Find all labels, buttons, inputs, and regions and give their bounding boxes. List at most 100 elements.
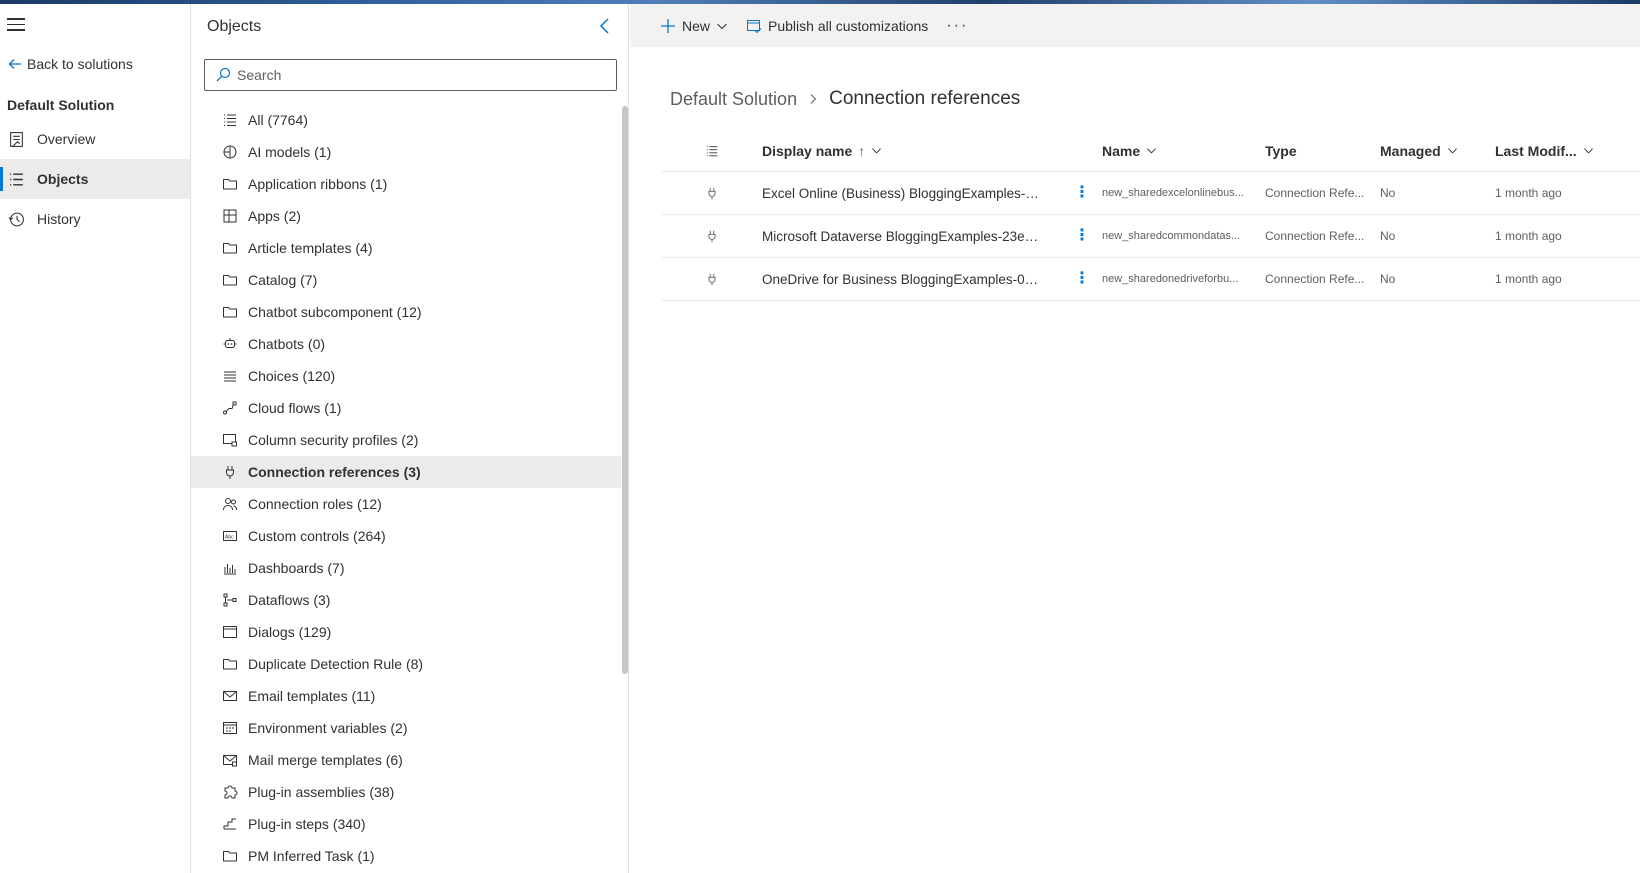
arrow-left-icon bbox=[8, 59, 21, 69]
managed-header-label: Managed bbox=[1380, 142, 1441, 159]
object-type-label: Choices (120) bbox=[248, 368, 336, 384]
object-type-item[interactable]: Connection roles (12) bbox=[191, 488, 621, 520]
column-header-name[interactable]: Name bbox=[1102, 143, 1265, 159]
dataflow-icon bbox=[223, 593, 237, 607]
publish-all-button[interactable]: Publish all customizations bbox=[746, 18, 928, 34]
object-type-item[interactable]: Chatbots (0) bbox=[191, 328, 621, 360]
object-type-item[interactable]: Abc Custom controls (264) bbox=[191, 520, 621, 552]
display-name-link[interactable]: Microsoft Dataverse BloggingExamples-23e… bbox=[762, 229, 1042, 244]
collapse-panel-chevron-left-icon[interactable] bbox=[595, 16, 615, 36]
objects-search-box[interactable] bbox=[204, 59, 617, 91]
breadcrumb-current: Connection references bbox=[829, 88, 1021, 109]
cell-type: Connection Refe... bbox=[1265, 272, 1365, 286]
object-type-item[interactable]: Column security profiles (2) bbox=[191, 424, 621, 456]
table-row[interactable]: Microsoft Dataverse BloggingExamples-23e… bbox=[662, 215, 1640, 258]
table-row[interactable]: Excel Online (Business) BloggingExamples… bbox=[662, 172, 1640, 215]
search-icon bbox=[216, 67, 231, 82]
object-type-item[interactable]: Email templates (11) bbox=[191, 680, 621, 712]
column-header-display-name[interactable]: Display name ↑ bbox=[762, 143, 1102, 159]
object-type-label: Article templates (4) bbox=[248, 240, 373, 256]
object-type-label: Dialogs (129) bbox=[248, 624, 332, 640]
nav-item-objects[interactable]: Objects bbox=[0, 159, 190, 199]
object-type-item[interactable]: Application ribbons (1) bbox=[191, 168, 621, 200]
new-button-label: New bbox=[682, 17, 711, 34]
variable-icon bbox=[223, 722, 237, 734]
object-type-item[interactable]: Dataflows (3) bbox=[191, 584, 621, 616]
cell-last-modified: 1 month ago bbox=[1495, 229, 1562, 243]
object-type-item[interactable]: Environment variables (2) bbox=[191, 712, 621, 744]
chatbot-icon bbox=[223, 338, 237, 348]
object-type-label: All (7764) bbox=[248, 112, 308, 128]
object-type-item[interactable]: Chatbot subcomponent (12) bbox=[191, 296, 621, 328]
more-commands-icon[interactable]: ··· bbox=[946, 17, 968, 35]
cell-display-name: Excel Online (Business) BloggingExamples… bbox=[762, 186, 1062, 201]
nav-item-overview[interactable]: Overview bbox=[0, 119, 190, 159]
object-type-label: Custom controls (264) bbox=[248, 528, 386, 544]
column-header-managed[interactable]: Managed bbox=[1380, 143, 1495, 159]
grid-header: Display name ↑ Name Type Managed Last Mo… bbox=[662, 130, 1640, 172]
breadcrumb-root[interactable]: Default Solution bbox=[670, 89, 797, 110]
object-type-label: Connection roles (12) bbox=[248, 496, 382, 512]
publish-icon bbox=[747, 19, 762, 33]
object-type-item[interactable]: Dialogs (129) bbox=[191, 616, 621, 648]
row-more-actions-icon[interactable]: ⋮ bbox=[1062, 185, 1102, 201]
object-type-item[interactable]: Duplicate Detection Rule (8) bbox=[191, 648, 621, 680]
object-type-label: Connection references (3) bbox=[248, 464, 421, 480]
cell-type: Connection Refe... bbox=[1265, 229, 1365, 243]
search-input[interactable] bbox=[237, 67, 607, 83]
back-to-solutions-link[interactable]: Back to solutions bbox=[7, 56, 133, 72]
object-type-label: Chatbots (0) bbox=[248, 336, 326, 352]
object-type-item[interactable]: Choices (120) bbox=[191, 360, 621, 392]
column-header-type[interactable]: Type bbox=[1265, 143, 1380, 159]
folder-icon bbox=[223, 659, 237, 670]
new-button[interactable]: New bbox=[660, 18, 728, 34]
row-more-actions-icon[interactable]: ⋮ bbox=[1062, 228, 1102, 244]
mail-icon bbox=[223, 691, 237, 701]
object-type-item[interactable]: All (7764) bbox=[191, 104, 621, 136]
objects-list-scrollbar[interactable] bbox=[622, 106, 628, 674]
type-header-label: Type bbox=[1265, 142, 1297, 159]
folder-icon bbox=[223, 179, 237, 190]
back-link-label: Back to solutions bbox=[27, 56, 133, 72]
object-type-item[interactable]: PM Inferred Task (1) bbox=[191, 840, 621, 872]
display-name-link[interactable]: Excel Online (Business) BloggingExamples… bbox=[762, 186, 1042, 201]
object-type-label: Dataflows (3) bbox=[248, 592, 331, 608]
control-icon: Abc bbox=[223, 531, 237, 541]
security-profile-icon bbox=[223, 434, 237, 447]
hamburger-menu-icon[interactable] bbox=[7, 18, 25, 32]
nav-item-label: Overview bbox=[37, 131, 96, 147]
object-type-item[interactable]: Cloud flows (1) bbox=[191, 392, 621, 424]
row-more-actions-icon[interactable]: ⋮ bbox=[1062, 271, 1102, 287]
object-type-label: Dashboards (7) bbox=[248, 560, 345, 576]
object-type-item[interactable]: Article templates (4) bbox=[191, 232, 621, 264]
object-type-item[interactable]: Plug-in assemblies (38) bbox=[191, 776, 621, 808]
object-type-item[interactable]: Mail merge templates (6) bbox=[191, 744, 621, 776]
object-type-item[interactable]: Apps (2) bbox=[191, 200, 621, 232]
column-options-icon[interactable] bbox=[662, 144, 762, 158]
ai-model-icon bbox=[223, 145, 237, 159]
object-type-label: Email templates (11) bbox=[248, 688, 376, 704]
flow-icon bbox=[223, 401, 237, 415]
chevron-down-icon bbox=[717, 23, 727, 29]
object-type-item[interactable]: Plug-in steps (340) bbox=[191, 808, 621, 840]
left-navigation: Back to solutions Default Solution Overv… bbox=[0, 4, 191, 873]
chevron-down-icon bbox=[872, 148, 882, 154]
publish-all-label: Publish all customizations bbox=[768, 17, 929, 34]
cell-name: new_sharedonedriveforbu... bbox=[1102, 273, 1239, 285]
objects-icon bbox=[10, 172, 23, 186]
object-type-label: Apps (2) bbox=[248, 208, 301, 224]
table-row[interactable]: OneDrive for Business BloggingExamples-0… bbox=[662, 258, 1640, 301]
object-type-item[interactable]: AI models (1) bbox=[191, 136, 621, 168]
column-header-last-modified[interactable]: Last Modif... bbox=[1495, 143, 1605, 159]
object-type-item[interactable]: Dashboards (7) bbox=[191, 552, 621, 584]
folder-icon bbox=[223, 243, 237, 254]
object-type-item[interactable]: Connection references (3) bbox=[191, 456, 621, 488]
object-type-label: AI models (1) bbox=[248, 144, 332, 160]
connection-references-grid: Display name ↑ Name Type Managed Last Mo… bbox=[662, 130, 1640, 301]
chevron-down-icon bbox=[1447, 148, 1457, 154]
steps-icon bbox=[223, 818, 236, 830]
display-name-link[interactable]: OneDrive for Business BloggingExamples-0… bbox=[762, 272, 1042, 287]
nav-item-history[interactable]: History bbox=[0, 199, 190, 239]
choices-icon bbox=[224, 371, 236, 382]
object-type-item[interactable]: Catalog (7) bbox=[191, 264, 621, 296]
